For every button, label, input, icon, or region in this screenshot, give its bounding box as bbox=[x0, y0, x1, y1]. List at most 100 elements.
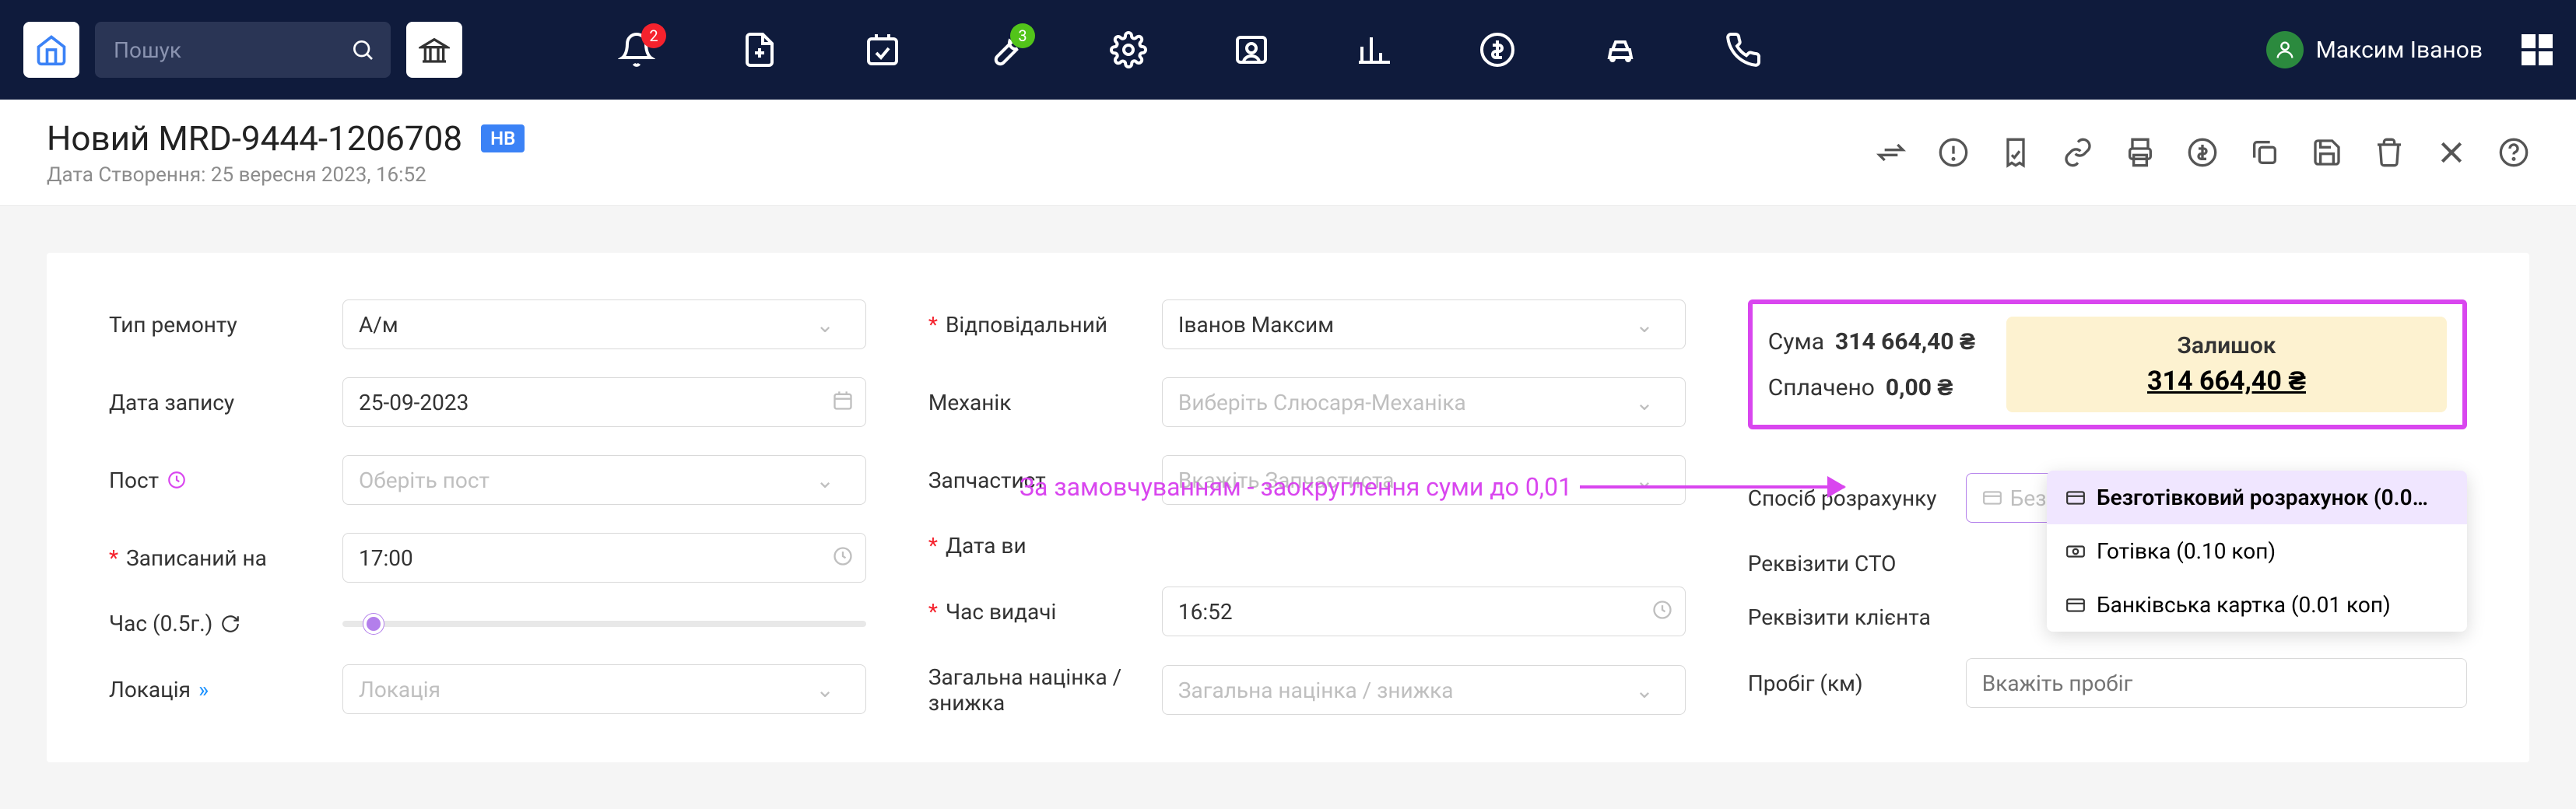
help-icon bbox=[2498, 137, 2529, 168]
notifications-badge: 2 bbox=[641, 23, 666, 48]
swap-icon bbox=[1876, 137, 1907, 168]
service-button[interactable]: 3 bbox=[987, 31, 1024, 68]
slider-handle[interactable] bbox=[363, 614, 384, 634]
location-select[interactable]: Локація ⌄ bbox=[342, 664, 866, 714]
order-form: Тип ремонту А/м ⌄ Дата запису 25-09-2023 bbox=[47, 253, 2529, 762]
paid-label: Сплачено bbox=[1768, 374, 1875, 401]
sum-label: Сума bbox=[1768, 328, 1824, 355]
apps-menu[interactable] bbox=[2522, 34, 2553, 65]
analytics-button[interactable] bbox=[1356, 31, 1393, 68]
finance-button[interactable] bbox=[1479, 31, 1516, 68]
notifications-button[interactable]: 2 bbox=[618, 31, 655, 68]
status-badge: НВ bbox=[481, 124, 525, 152]
copy-icon bbox=[2249, 137, 2280, 168]
home-button[interactable] bbox=[23, 22, 79, 78]
print-button[interactable] bbox=[2125, 137, 2156, 168]
receipt-icon bbox=[2000, 137, 2031, 168]
form-column-2: Відповідальний Іванов Максим ⌄ Механік В… bbox=[928, 299, 1686, 716]
gear-icon bbox=[1110, 31, 1147, 68]
chevron-down-icon: ⌄ bbox=[1635, 678, 1653, 703]
paid-value: 0,00 ₴ bbox=[1886, 374, 1953, 401]
delete-button[interactable] bbox=[2374, 137, 2405, 168]
call-button[interactable] bbox=[1725, 31, 1762, 68]
annotation: За замовчуванням - заокруглення суми до … bbox=[1020, 472, 1844, 502]
home-icon bbox=[34, 33, 68, 67]
date-out-label: Дата ви bbox=[928, 533, 1146, 559]
responsible-label: Відповідальний bbox=[928, 312, 1146, 338]
service-badge: 3 bbox=[1010, 23, 1035, 48]
clock-icon bbox=[832, 545, 854, 570]
sum-value: 314 664,40 ₴ bbox=[1835, 328, 1975, 355]
dropdown-item-bankcard[interactable]: Банківська картка (0.01 коп) bbox=[2047, 578, 2467, 632]
user-menu[interactable]: Максим Іванов bbox=[2266, 31, 2483, 68]
alert-circle-icon bbox=[1938, 137, 1969, 168]
location-label: Локація » bbox=[109, 677, 327, 702]
chevron-down-icon: ⌄ bbox=[1635, 312, 1653, 338]
markup-select[interactable]: Загальна націнка / знижка ⌄ bbox=[1162, 665, 1686, 715]
double-chevron-icon: » bbox=[198, 677, 209, 702]
annotation-arrow-icon bbox=[1580, 485, 1844, 489]
transfer-button[interactable] bbox=[1876, 137, 1907, 168]
nav-icon bbox=[167, 470, 187, 490]
contacts-button[interactable] bbox=[1233, 31, 1270, 68]
link-button[interactable] bbox=[2062, 137, 2093, 168]
totals-box: Сума 314 664,40 ₴ Сплачено 0,00 ₴ Залишо… bbox=[1748, 299, 2467, 429]
car-icon bbox=[1602, 31, 1639, 68]
add-document-button[interactable] bbox=[741, 31, 778, 68]
calendar-icon bbox=[832, 390, 854, 415]
created-date: Дата Створення: 25 вересня 2023, 16:52 bbox=[47, 163, 525, 187]
bank-button[interactable] bbox=[406, 22, 462, 78]
repair-type-select[interactable]: А/м ⌄ bbox=[342, 299, 866, 349]
time-out-label: Час видачі bbox=[928, 599, 1146, 625]
post-select[interactable]: Оберіть пост ⌄ bbox=[342, 455, 866, 505]
close-button[interactable] bbox=[2436, 137, 2467, 168]
avatar bbox=[2266, 31, 2304, 68]
remaining-label: Залишок bbox=[2178, 332, 2276, 359]
chevron-down-icon: ⌄ bbox=[816, 677, 834, 702]
header-actions bbox=[1876, 137, 2529, 168]
help-button[interactable] bbox=[2498, 137, 2529, 168]
record-date-label: Дата запису bbox=[109, 390, 327, 415]
chevron-down-icon: ⌄ bbox=[816, 468, 834, 493]
booked-for-label: Записаний на bbox=[109, 545, 327, 571]
page-header: Новий MRD-9444-1206708 НВ Дата Створення… bbox=[0, 100, 2576, 206]
mileage-input[interactable] bbox=[1966, 658, 2467, 708]
page-title: Новий MRD-9444-1206708 bbox=[47, 118, 462, 159]
printer-icon bbox=[2125, 137, 2156, 168]
link-icon bbox=[2062, 137, 2093, 168]
card-icon bbox=[1982, 488, 2002, 508]
time-out-input[interactable]: 16:52 bbox=[1162, 587, 1686, 636]
calendar-check-button[interactable] bbox=[864, 31, 901, 68]
copy-button[interactable] bbox=[2249, 137, 2280, 168]
annotation-text: За замовчуванням - заокруглення суми до … bbox=[1020, 472, 1572, 502]
post-label: Пост bbox=[109, 468, 327, 493]
dropdown-item-cash[interactable]: Готівка (0.10 коп) bbox=[2047, 524, 2467, 578]
mechanic-select[interactable]: Виберіть Слюсаря-Механіка ⌄ bbox=[1162, 377, 1686, 427]
search-icon[interactable] bbox=[350, 37, 375, 62]
record-date-input[interactable]: 25-09-2023 bbox=[342, 377, 866, 427]
nav-icons: 2 3 bbox=[618, 31, 2251, 68]
payment-button[interactable] bbox=[2187, 137, 2218, 168]
rotate-icon bbox=[220, 614, 240, 634]
station-req-label: Реквізити СТО bbox=[1748, 551, 1950, 576]
booked-for-input[interactable]: 17:00 bbox=[342, 533, 866, 583]
user-name: Максим Іванов bbox=[2316, 37, 2483, 64]
info-button[interactable] bbox=[1938, 137, 1969, 168]
vehicle-button[interactable] bbox=[1602, 31, 1639, 68]
phone-icon bbox=[1725, 31, 1762, 68]
search-input[interactable] bbox=[95, 22, 391, 78]
remaining-value[interactable]: 314 664,40 ₴ bbox=[2147, 366, 2306, 397]
settings-button[interactable] bbox=[1110, 31, 1147, 68]
id-card-icon bbox=[1233, 31, 1270, 68]
responsible-select[interactable]: Іванов Максим ⌄ bbox=[1162, 299, 1686, 349]
time-slider[interactable] bbox=[342, 621, 866, 627]
top-navbar: 2 3 Макс bbox=[0, 0, 2576, 100]
invoice-button[interactable] bbox=[2000, 137, 2031, 168]
payment-method-dropdown: Безготівковий розрахунок (0.0… Готівка (… bbox=[2047, 471, 2467, 632]
card-icon bbox=[2065, 488, 2086, 508]
user-icon bbox=[2274, 39, 2296, 61]
save-button[interactable] bbox=[2311, 137, 2343, 168]
search-wrapper bbox=[95, 22, 391, 78]
mileage-label: Пробіг (км) bbox=[1748, 671, 1950, 696]
dropdown-item-cashless[interactable]: Безготівковий розрахунок (0.0… bbox=[2047, 471, 2467, 524]
